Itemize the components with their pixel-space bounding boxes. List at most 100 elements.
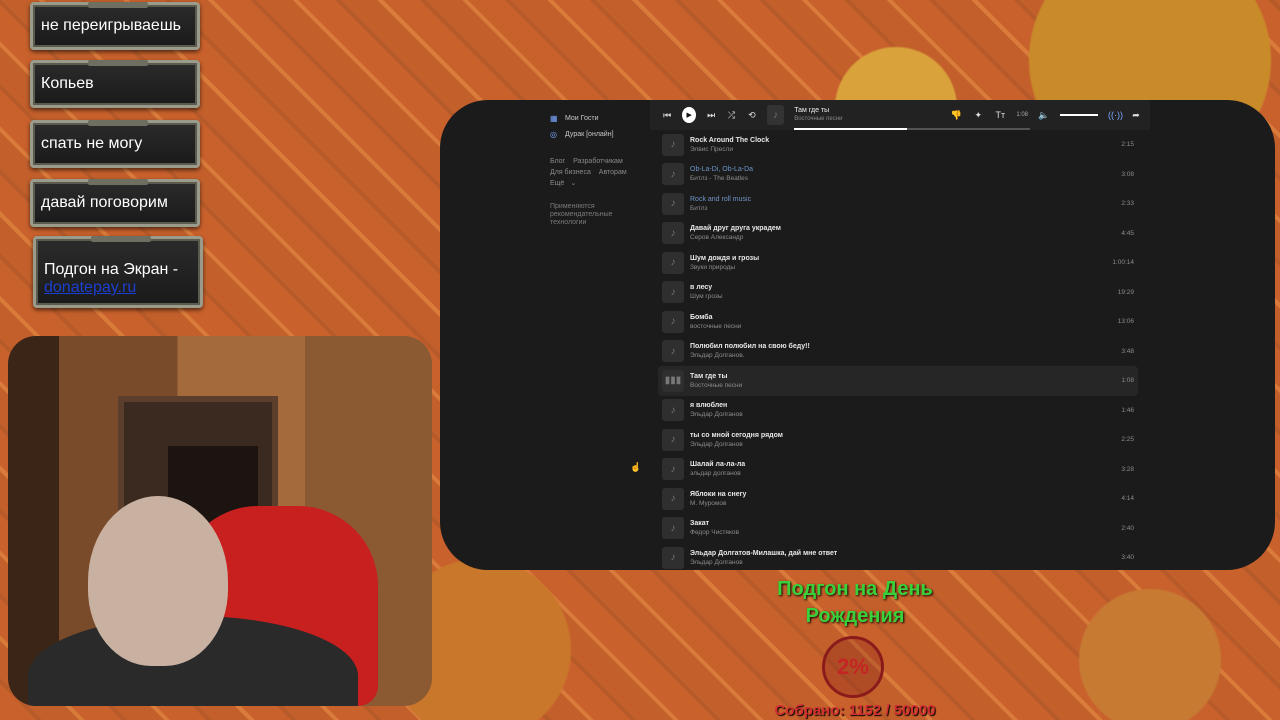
- donation-collected: Собрано: 1152 / 50000: [774, 702, 936, 719]
- music-note-icon[interactable]: ♪: [662, 310, 684, 333]
- player-bar: ⏮ ▶ ⏭ ⤮ ⟲ ♪ Там где ты Восточные песни 👎…: [650, 100, 1150, 130]
- equalizer-icon[interactable]: ▮▮▮: [662, 369, 684, 392]
- track-meta: Бомба восточные песни: [690, 313, 1094, 331]
- next-icon[interactable]: ⏭: [706, 110, 716, 121]
- track-row[interactable]: ♪ Яблоки на снегу М. Муромов 4:14: [658, 484, 1138, 514]
- track-artist[interactable]: эльдар долганов: [690, 469, 1094, 478]
- track-title: ты со мной сегодня рядом: [690, 431, 783, 439]
- music-note-icon[interactable]: ♪: [662, 133, 684, 156]
- repeat-icon[interactable]: ⟲: [747, 110, 757, 121]
- track-meta: Закат Федор Чистяков: [690, 519, 1094, 537]
- track-row[interactable]: ♪ Эльдар Долгатов-Милашка, дай мне ответ Э…: [658, 543, 1138, 570]
- track-title: Ob-La-Di, Ob-La-Da: [690, 166, 754, 174]
- share-icon[interactable]: ➦: [1130, 110, 1142, 121]
- track-row[interactable]: ♪ в лесу Шум грозы 19:29: [658, 278, 1138, 308]
- track-artist[interactable]: М. Муромов: [690, 499, 1094, 508]
- link-authors[interactable]: Авторам: [599, 169, 627, 176]
- track-list: ♪ Rock Around The Clock Элвис Пресли 2:15 ♪ O…: [658, 130, 1138, 570]
- track-artist[interactable]: Федор Чистяков: [690, 528, 1094, 537]
- link-developers[interactable]: Разработчикам: [573, 158, 623, 165]
- music-note-icon[interactable]: ♪: [662, 399, 684, 422]
- track-row[interactable]: ♪ Полюбил полюбил на свою беду!! Эльдар До…: [658, 337, 1138, 367]
- track-duration: 3:28: [1121, 465, 1134, 473]
- chat-text: спать не могу: [41, 135, 143, 152]
- track-row[interactable]: ♪ ты со мной сегодня рядом Эльдар Долганов…: [658, 425, 1138, 455]
- chat-link[interactable]: donatepay.ru: [44, 279, 136, 297]
- track-row[interactable]: ♪ я влюблен Эльдар Долганов 1:46: [658, 396, 1138, 426]
- music-note-icon[interactable]: ♪: [662, 458, 684, 481]
- track-row[interactable]: ♪ Шум дождя и грозы Звуки природы 1:00:14: [658, 248, 1138, 278]
- music-note-icon[interactable]: ♪: [662, 251, 684, 274]
- track-artist[interactable]: Эльдар Долганов: [690, 440, 1094, 449]
- grid-icon: ▦: [550, 113, 558, 123]
- track-duration: 2:40: [1121, 524, 1134, 532]
- track-artist[interactable]: Звуки природы: [690, 263, 1094, 272]
- track-row[interactable]: ♪ Rock and roll music Битлз 2:33: [658, 189, 1138, 219]
- previous-icon[interactable]: ⏮: [662, 110, 672, 121]
- track-duration: 1:08: [1121, 377, 1134, 385]
- track-title: Шум дождя и грозы: [690, 254, 760, 262]
- track-artist[interactable]: восточные песни: [690, 322, 1094, 331]
- track-title: Rock and roll music: [690, 195, 752, 203]
- track-duration: 3:08: [1121, 170, 1134, 178]
- link-business[interactable]: Для бизнеса: [550, 169, 591, 176]
- music-note-icon[interactable]: ♪: [662, 517, 684, 540]
- sparkle-icon[interactable]: ✦: [972, 110, 984, 121]
- track-meta: Шалай ла-ла-ла эльдар долганов: [690, 460, 1094, 478]
- chat-text: давай поговорим: [41, 194, 168, 211]
- current-time: 1:08: [1016, 112, 1028, 118]
- track-title: Шалай ла-ла-ла: [690, 461, 746, 469]
- track-title: Rock Around The Clock: [690, 136, 770, 144]
- track-artist[interactable]: Битлз - The Beatles: [690, 174, 1094, 183]
- track-meta: Rock and roll music Битлз: [690, 195, 1094, 213]
- dislike-icon[interactable]: 👎: [950, 110, 962, 121]
- track-artist[interactable]: Эльдар Долганов.: [690, 351, 1094, 360]
- track-meta: Давай друг друга украдем Серов Александр: [690, 224, 1094, 242]
- link-blog[interactable]: Блог: [550, 158, 565, 165]
- track-duration: 2:33: [1121, 200, 1134, 208]
- webcam-feed: [8, 336, 432, 706]
- sidebar-item-game[interactable]: ◎ Дурак [онлайн]: [550, 126, 650, 142]
- track-artist[interactable]: Элвис Пресли: [690, 145, 1094, 154]
- track-row[interactable]: ♪ Бомба восточные песни 13:06: [658, 307, 1138, 337]
- track-duration: 1:00:14: [1112, 259, 1134, 267]
- music-note-icon[interactable]: ♪: [662, 192, 684, 215]
- track-row[interactable]: ♪ Rock Around The Clock Элвис Пресли 2:15: [658, 130, 1138, 160]
- music-note-icon: ♪: [767, 105, 785, 125]
- volume-slider[interactable]: [1060, 114, 1098, 116]
- track-row[interactable]: ♪ Шалай ла-ла-ла эльдар долганов 3:28: [658, 455, 1138, 485]
- music-app-window: ▦ Мои Гости ◎ Дурак [онлайн] Блог Разраб…: [440, 100, 1275, 570]
- mouse-cursor-icon: ☝: [630, 462, 642, 472]
- chat-message: спать не могу: [30, 120, 200, 168]
- music-note-icon[interactable]: ♪: [662, 487, 684, 510]
- music-note-icon[interactable]: ♪: [662, 340, 684, 363]
- play-button[interactable]: ▶: [682, 107, 697, 123]
- track-artist[interactable]: Эльдар Долганов: [690, 410, 1094, 419]
- track-artist[interactable]: Серов Александр: [690, 233, 1094, 242]
- track-row[interactable]: ▮▮▮ Там где ты Восточные песни 1:08: [658, 366, 1138, 396]
- music-note-icon[interactable]: ♪: [662, 222, 684, 245]
- track-title: Закат: [690, 520, 710, 528]
- track-meta: в лесу Шум грозы: [690, 283, 1094, 301]
- music-note-icon[interactable]: ♪: [662, 428, 684, 451]
- track-artist[interactable]: Шум грозы: [690, 292, 1094, 301]
- track-artist[interactable]: Эльдар Долганов: [690, 558, 1094, 567]
- track-artist[interactable]: Восточные песни: [690, 381, 1094, 390]
- track-row[interactable]: ♪ Давай друг друга украдем Серов Александр…: [658, 219, 1138, 249]
- volume-icon[interactable]: 🔈: [1038, 110, 1050, 121]
- shuffle-icon[interactable]: ⤮: [726, 110, 736, 121]
- link-more[interactable]: Ещё: [550, 180, 564, 187]
- track-title: Бомба: [690, 313, 713, 321]
- track-artist[interactable]: Битлз: [690, 204, 1094, 213]
- track-meta: Яблоки на снегу М. Муромов: [690, 490, 1094, 508]
- track-row[interactable]: ♪ Закат Федор Чистяков 2:40: [658, 514, 1138, 544]
- chat-message: давай поговорим: [30, 179, 200, 227]
- music-note-icon[interactable]: ♪: [662, 546, 684, 569]
- broadcast-icon[interactable]: ((·)): [1108, 110, 1123, 120]
- chat-message: Копьев: [30, 60, 200, 108]
- music-note-icon[interactable]: ♪: [662, 163, 684, 186]
- sidebar-item-guests[interactable]: ▦ Мои Гости: [550, 110, 650, 126]
- lyrics-icon[interactable]: Tт: [994, 110, 1006, 120]
- track-row[interactable]: ♪ Ob-La-Di, Ob-La-Da Битлз - The Beatles 3:…: [658, 160, 1138, 190]
- music-note-icon[interactable]: ♪: [662, 281, 684, 304]
